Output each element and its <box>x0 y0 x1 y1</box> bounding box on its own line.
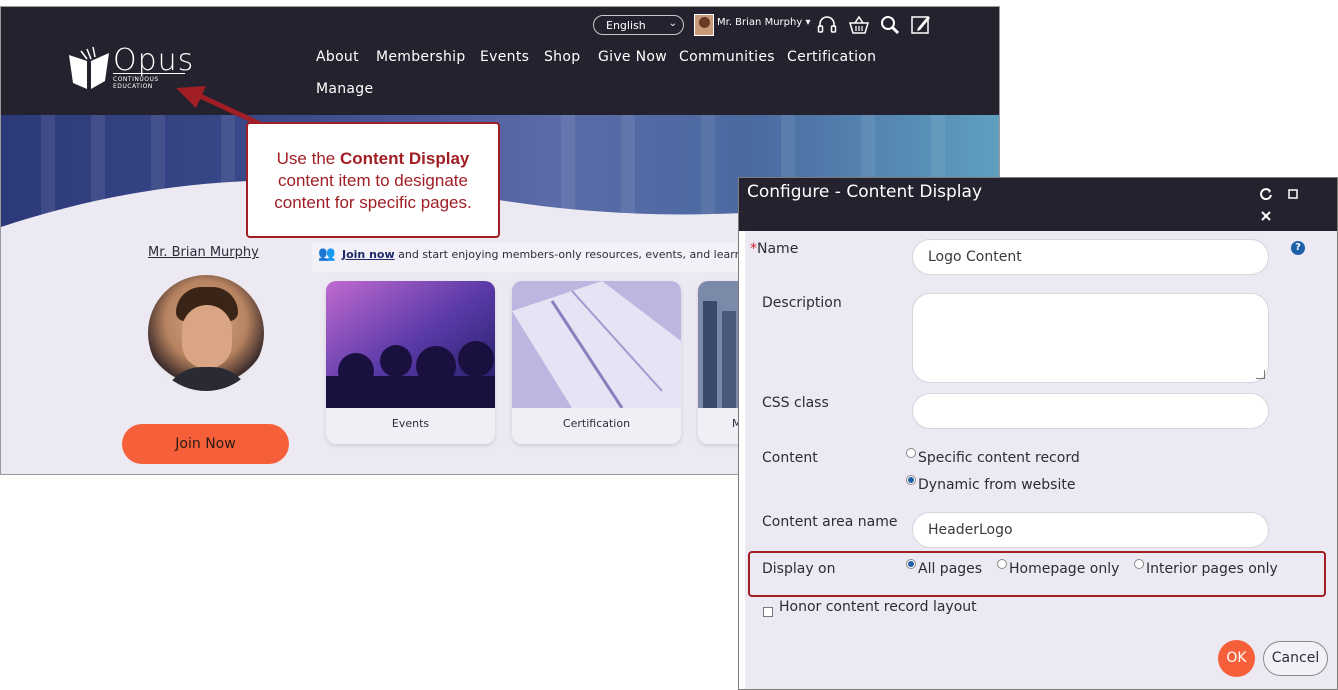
card-events-label: Events <box>391 417 430 430</box>
profile-photo <box>148 275 264 391</box>
css-class-field[interactable] <box>912 393 1269 429</box>
description-label: Description <box>762 295 842 311</box>
nav-certification[interactable]: Certification <box>787 49 876 65</box>
card-certification-label: Certification <box>562 417 631 430</box>
dialog-body: *Name Logo Content ? Description CSS cla… <box>745 231 1337 689</box>
search-icon[interactable] <box>878 13 902 37</box>
nav-events[interactable]: Events <box>480 49 529 65</box>
dialog-title: Configure - Content Display <box>747 182 983 202</box>
site-header: English ⌄ Mr. Brian Murphy ▾ Opus CONTIN… <box>1 7 999 115</box>
description-field[interactable] <box>912 293 1269 383</box>
name-label-text: Name <box>757 241 799 257</box>
honor-layout-label[interactable]: Honor content record layout <box>779 599 977 615</box>
user-menu[interactable]: Mr. Brian Murphy ▾ <box>717 17 810 28</box>
callout-text-2: content item to designate <box>278 171 468 190</box>
dialog-header: Configure - Content Display <box>739 178 1337 231</box>
nav-about[interactable]: About <box>316 49 359 65</box>
nav-communities[interactable]: Communities <box>679 49 775 65</box>
card-certification[interactable]: Certification <box>512 281 681 444</box>
promo-text: and start enjoying members-only resource… <box>394 248 745 261</box>
chevron-down-icon: ⌄ <box>668 18 677 29</box>
nav-shop[interactable]: Shop <box>544 49 580 65</box>
promo-bar: 👥 Join now and start enjoying members-on… <box>312 242 752 272</box>
honor-layout-checkbox[interactable] <box>763 607 773 617</box>
language-select[interactable]: English ⌄ <box>593 15 684 35</box>
radio-specific-content[interactable] <box>906 448 916 458</box>
headset-icon[interactable] <box>815 13 839 37</box>
members-icon: 👥 <box>318 246 336 262</box>
callout-text-1: Use the <box>276 149 340 168</box>
callout-box: Use the Content Display content item to … <box>246 122 500 238</box>
user-avatar[interactable] <box>694 14 714 36</box>
name-label: *Name <box>750 241 798 257</box>
profile-name[interactable]: Mr. Brian Murphy <box>148 245 259 260</box>
radio-specific-content-label[interactable]: Specific content record <box>918 450 1080 466</box>
callout-bold: Content Display <box>339 149 470 168</box>
maximize-icon[interactable] <box>1287 188 1299 204</box>
display-on-highlight <box>748 551 1326 597</box>
name-field[interactable]: Logo Content <box>912 239 1269 275</box>
events-image <box>326 281 495 408</box>
radio-dynamic-content-label[interactable]: Dynamic from website <box>918 477 1075 493</box>
cancel-button[interactable]: Cancel <box>1263 641 1328 676</box>
close-icon[interactable] <box>1260 210 1272 226</box>
certification-image <box>512 281 681 408</box>
language-value: English <box>606 19 646 32</box>
ok-button[interactable]: OK <box>1218 640 1255 677</box>
card-events[interactable]: Events <box>326 281 495 444</box>
callout-text-3: content for specific pages. <box>274 193 472 212</box>
radio-dynamic-content[interactable] <box>906 475 916 485</box>
user-name: Mr. Brian Murphy <box>717 17 803 28</box>
configure-dialog: Configure - Content Display *Name Logo C… <box>738 177 1338 690</box>
help-icon[interactable]: ? <box>1291 241 1305 255</box>
join-now-link[interactable]: Join now <box>342 248 395 261</box>
nav-give-now[interactable]: Give Now <box>598 49 667 65</box>
content-area-field[interactable]: HeaderLogo <box>912 512 1269 548</box>
book-icon <box>69 46 109 89</box>
join-now-button[interactable]: Join Now <box>122 424 289 464</box>
content-area-label: Content area name <box>762 514 898 530</box>
resize-grip-icon[interactable] <box>1256 370 1265 379</box>
css-class-label: CSS class <box>762 395 829 411</box>
nav-membership[interactable]: Membership <box>376 49 466 65</box>
edit-icon[interactable] <box>909 13 933 37</box>
required-marker: * <box>750 241 757 257</box>
nav-manage[interactable]: Manage <box>316 81 373 97</box>
basket-icon[interactable] <box>847 13 871 37</box>
refresh-icon[interactable] <box>1259 187 1273 205</box>
content-label: Content <box>762 450 818 466</box>
